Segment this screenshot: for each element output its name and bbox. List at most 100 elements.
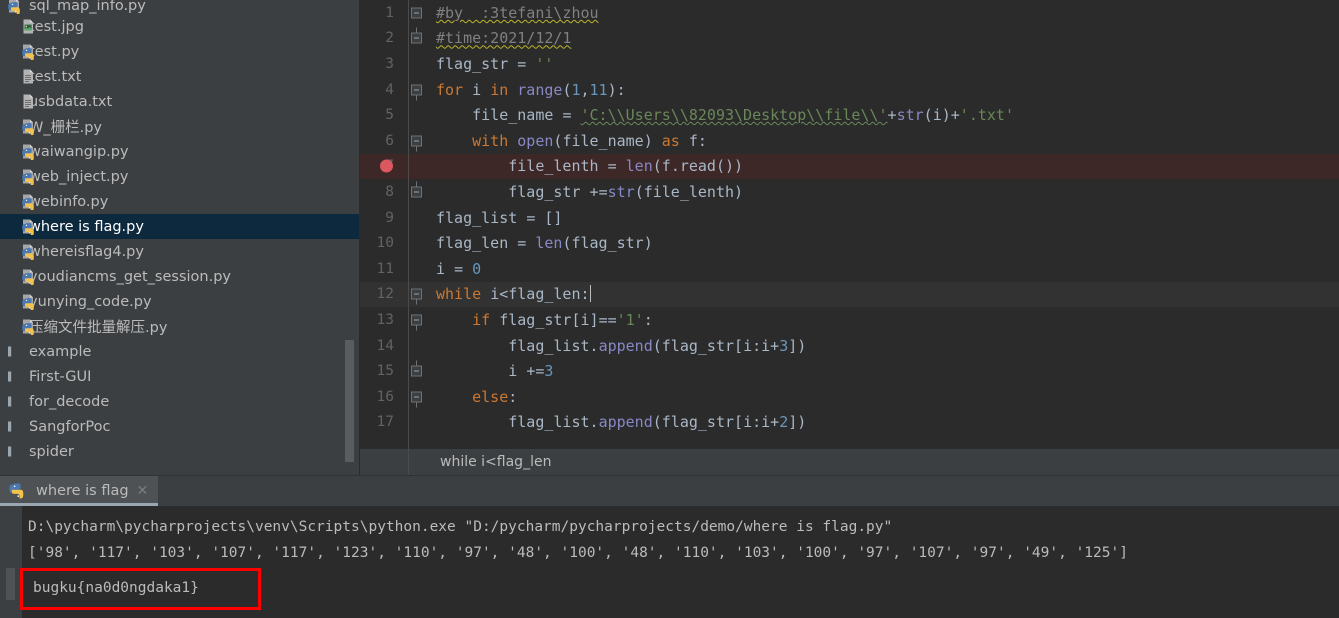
code-line-12[interactable]: 12 while i<flag_len: [360,281,1339,308]
code-line-10[interactable]: 10 flag_len = len(flag_str) [360,230,1339,256]
breadcrumb[interactable]: while i<flag_len [360,448,1339,475]
line-number: 10 [376,235,394,252]
close-icon[interactable]: ✕ [137,484,149,498]
tree-item-label: web_inject.py [29,168,129,185]
fold-marker-icon[interactable] [411,7,422,19]
editor-gutter[interactable] [402,384,432,410]
tree-item-label: webinfo.py [29,193,109,210]
sidebar-item-example[interactable]: example [0,339,359,364]
code-line-15[interactable]: 15 i +=3 [360,358,1339,384]
code-text: while i<flag_len: [436,285,591,304]
sidebar-item-youdiancms-get-session-py[interactable]: youdiancms_get_session.py [0,264,359,289]
fold-marker-icon[interactable] [411,84,422,101]
fold-marker-icon[interactable] [411,391,422,408]
line-number: 9 [385,209,394,226]
fold-marker-icon[interactable] [411,314,422,331]
tree-item-label: example [29,343,92,360]
sidebar-item-sangforpoc[interactable]: SangforPoc [0,414,359,439]
sidebar-item-test-jpg[interactable]: test.jpg [0,14,359,39]
fold-marker-icon[interactable] [411,288,422,305]
code-text: file_name = 'C:\\Users\\82093\Desktop\\f… [472,106,1014,125]
editor-gutter[interactable] [402,179,432,205]
editor-gutter[interactable] [380,154,432,180]
fold-marker-icon[interactable] [411,181,422,198]
sidebar-item-waiwangip-py[interactable]: waiwangip.py [0,139,359,164]
code-text: flag_list.append(flag_str[i:i+2]) [508,413,807,432]
folder-icon [6,343,24,360]
project-tool-window[interactable]: sql_map_info.py test.jpg test.py test.txt us… [0,0,360,475]
editor-gutter[interactable] [402,256,432,282]
code-line-11[interactable]: 11 i = 0 [360,256,1339,282]
sidebar-item-webinfo-py[interactable]: webinfo.py [0,189,359,214]
sidebar-item-whereisflag4-py[interactable]: whereisflag4.py [0,239,359,264]
code-editor[interactable]: 1 #by :3tefani\zhou 2 #time:2021/12/1 3 flag_… [360,0,1339,475]
sidebar-item-where-is-flag-py[interactable]: where is flag.py [0,214,359,239]
code-text: if flag_str[i]=='1': [472,310,653,329]
sidebar-item-test-txt[interactable]: test.txt [0,64,359,89]
sidebar-item-spider[interactable]: spider [0,439,359,464]
editor-gutter[interactable] [402,282,432,308]
editor-gutter[interactable] [402,26,432,52]
editor-gutter[interactable] [402,77,432,103]
editor-gutter[interactable] [402,0,432,26]
code-line-14[interactable]: 14 flag_list.append(flag_str[i:i+3]) [360,333,1339,359]
code-line-6[interactable]: 6 with open(file_name) as f: [360,128,1339,154]
line-number: 2 [385,30,394,47]
sidebar-item-test-py[interactable]: test.py [0,39,359,64]
editor-gutter[interactable] [402,307,432,333]
code-line-13[interactable]: 13 if flag_str[i]=='1': [360,307,1339,333]
text-file-icon [6,93,33,110]
code-line-17[interactable]: 17 flag_list.append(flag_str[i:i+2]) [360,410,1339,436]
code-text: else: [472,387,518,406]
fold-marker-icon[interactable] [411,27,422,44]
code-line-9[interactable]: 9 flag_list = [] [360,205,1339,231]
editor-gutter[interactable] [402,230,432,256]
sidebar-scrollbar[interactable] [345,340,354,462]
code-line-4[interactable]: 4 for i in range(1,11): [360,77,1339,103]
code-text: file_lenth = len(f.read()) [508,157,744,176]
code-line-1[interactable]: 1 #by :3tefani\zhou [360,0,1339,26]
sidebar-item-w-py[interactable]: W_栅栏.py [0,114,359,139]
sidebar-item-for-decode[interactable]: for_decode [0,389,359,414]
folder-icon [6,443,24,460]
editor-gutter[interactable] [402,205,432,231]
run-console[interactable]: D:\pycharm\pycharprojects\venv\Scripts\p… [0,506,1339,618]
code-text: #by :3tefani\zhou [436,3,599,22]
code-line-2[interactable]: 2 #time:2021/12/1 [360,26,1339,52]
sidebar-item--py[interactable]: 压缩文件批量解压.py [0,314,359,339]
sidebar-item-first-gui[interactable]: First-GUI [0,364,359,389]
code-text: i +=3 [508,362,554,381]
code-line-16[interactable]: 16 else: [360,384,1339,410]
line-number: 13 [376,311,394,328]
sidebar-item-web-inject-py[interactable]: web_inject.py [0,164,359,189]
flag-highlight-box: bugku{na0d0ngdaka1} [20,568,261,610]
breakpoint-icon[interactable] [380,159,393,173]
editor-gutter[interactable] [402,358,432,384]
code-line-8[interactable]: 8 flag_str +=str(file_lenth) [360,179,1339,205]
editor-gutter[interactable] [402,102,432,128]
code-lines[interactable]: 1 #by :3tefani\zhou 2 #time:2021/12/1 3 flag_… [360,0,1339,435]
code-line-7[interactable]: 7 file_lenth = len(f.read()) [360,153,1339,180]
project-file-tree[interactable]: sql_map_info.py test.jpg test.py test.txt us… [0,0,359,464]
text-file-icon [6,68,33,85]
editor-gutter[interactable] [402,333,432,359]
fold-marker-icon[interactable] [411,135,422,152]
folder-icon [6,368,24,385]
code-text: for i in range(1,11): [436,80,626,99]
code-text: #time:2021/12/1 [436,29,572,48]
code-line-3[interactable]: 3 flag_str = '' [360,51,1339,77]
python-file-icon [6,268,34,285]
editor-gutter[interactable] [402,410,432,436]
sidebar-item-usbdata-txt[interactable]: usbdata.txt [0,89,359,114]
run-tab-where-is-flag[interactable]: where is flag ✕ [0,476,159,506]
code-line-5[interactable]: 5 file_name = 'C:\\Users\\82093\Desktop\… [360,102,1339,128]
fold-marker-icon[interactable] [411,360,422,377]
run-tool-tabbar[interactable]: where is flag ✕ [0,475,1339,506]
tree-item-partial[interactable]: sql_map_info.py [0,0,359,14]
code-text: with open(file_name) as f: [472,131,707,150]
sidebar-item-yunying-code-py[interactable]: yunying_code.py [0,289,359,314]
editor-gutter[interactable] [402,51,432,77]
code-text: i = 0 [436,259,482,278]
editor-gutter[interactable] [402,128,432,154]
python-file-icon [6,218,34,235]
